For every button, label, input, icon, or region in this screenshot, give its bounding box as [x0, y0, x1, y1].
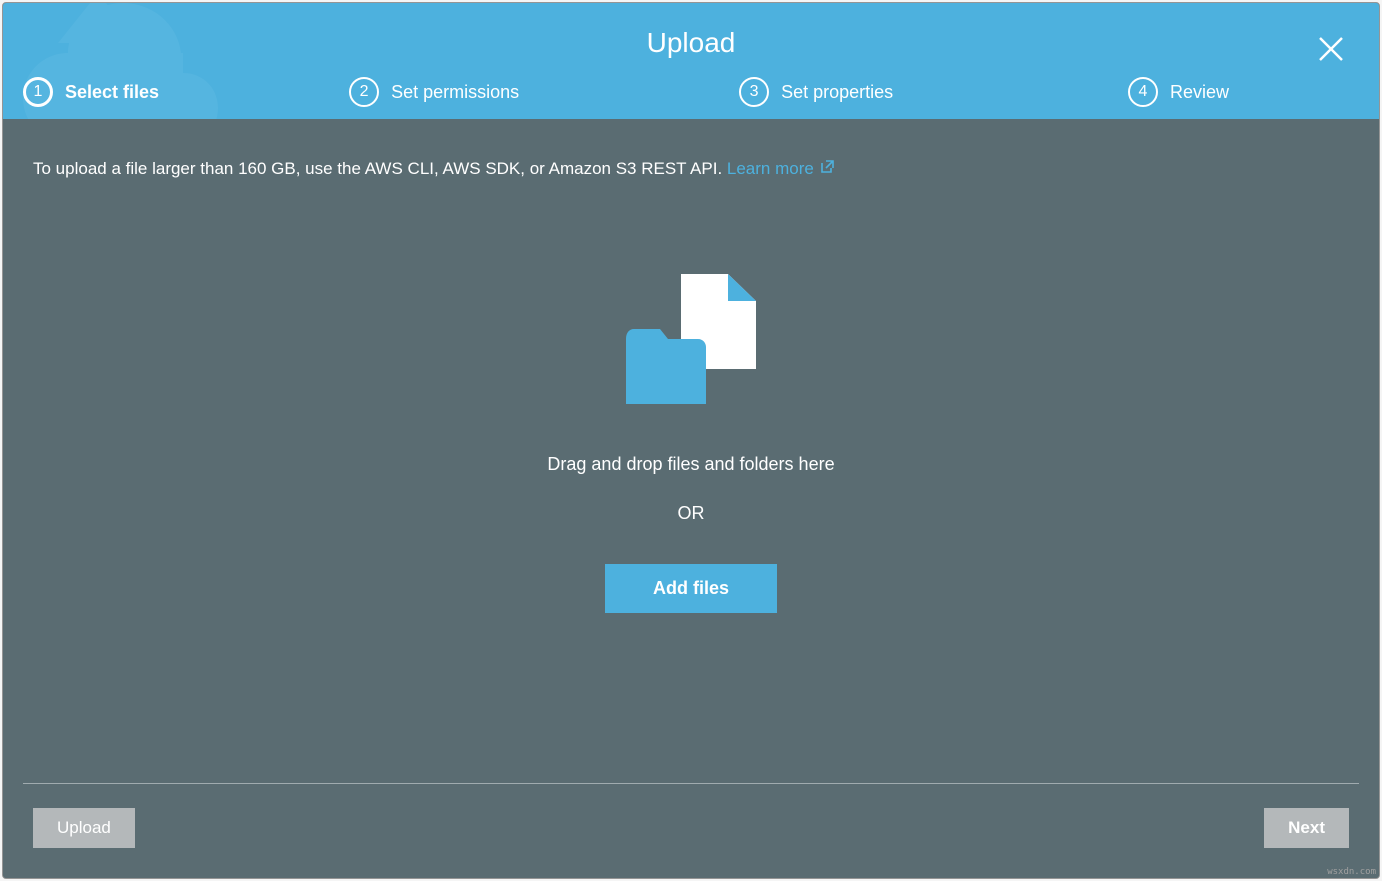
- upload-modal: Upload 1 Select files 2 Set permissions …: [2, 2, 1380, 879]
- step-label: Select files: [65, 82, 159, 103]
- upload-button[interactable]: Upload: [33, 808, 135, 848]
- step-number: 4: [1128, 77, 1158, 107]
- step-number: 2: [349, 77, 379, 107]
- next-button[interactable]: Next: [1264, 808, 1349, 848]
- step-label: Set permissions: [391, 82, 519, 103]
- external-link-icon: [820, 159, 835, 179]
- folder-file-icon: [616, 269, 766, 414]
- drop-zone[interactable]: Drag and drop files and folders here OR …: [33, 189, 1349, 743]
- watermark: wsxdn.com: [1327, 867, 1376, 877]
- modal-header: Upload 1 Select files 2 Set permissions …: [3, 3, 1379, 119]
- add-files-button[interactable]: Add files: [605, 564, 777, 613]
- modal-title: Upload: [3, 27, 1379, 59]
- step-number: 3: [739, 77, 769, 107]
- info-text: To upload a file larger than 160 GB, use…: [33, 159, 1349, 179]
- info-message: To upload a file larger than 160 GB, use…: [33, 159, 727, 178]
- wizard-steps: 1 Select files 2 Set permissions 3 Set p…: [3, 77, 1379, 119]
- learn-more-label: Learn more: [727, 159, 814, 179]
- modal-body: To upload a file larger than 160 GB, use…: [3, 119, 1379, 763]
- step-set-properties[interactable]: 3 Set properties: [739, 77, 893, 107]
- divider: [23, 783, 1359, 784]
- step-number: 1: [23, 77, 53, 107]
- step-label: Set properties: [781, 82, 893, 103]
- step-set-permissions[interactable]: 2 Set permissions: [349, 77, 519, 107]
- step-select-files[interactable]: 1 Select files: [23, 77, 159, 107]
- learn-more-link[interactable]: Learn more: [727, 159, 835, 179]
- close-icon: [1318, 36, 1344, 67]
- step-label: Review: [1170, 82, 1229, 103]
- step-review[interactable]: 4 Review: [1128, 77, 1229, 107]
- modal-footer: Upload Next: [3, 808, 1379, 878]
- or-text: OR: [678, 503, 705, 524]
- drop-text: Drag and drop files and folders here: [547, 454, 834, 475]
- close-button[interactable]: [1313, 33, 1349, 69]
